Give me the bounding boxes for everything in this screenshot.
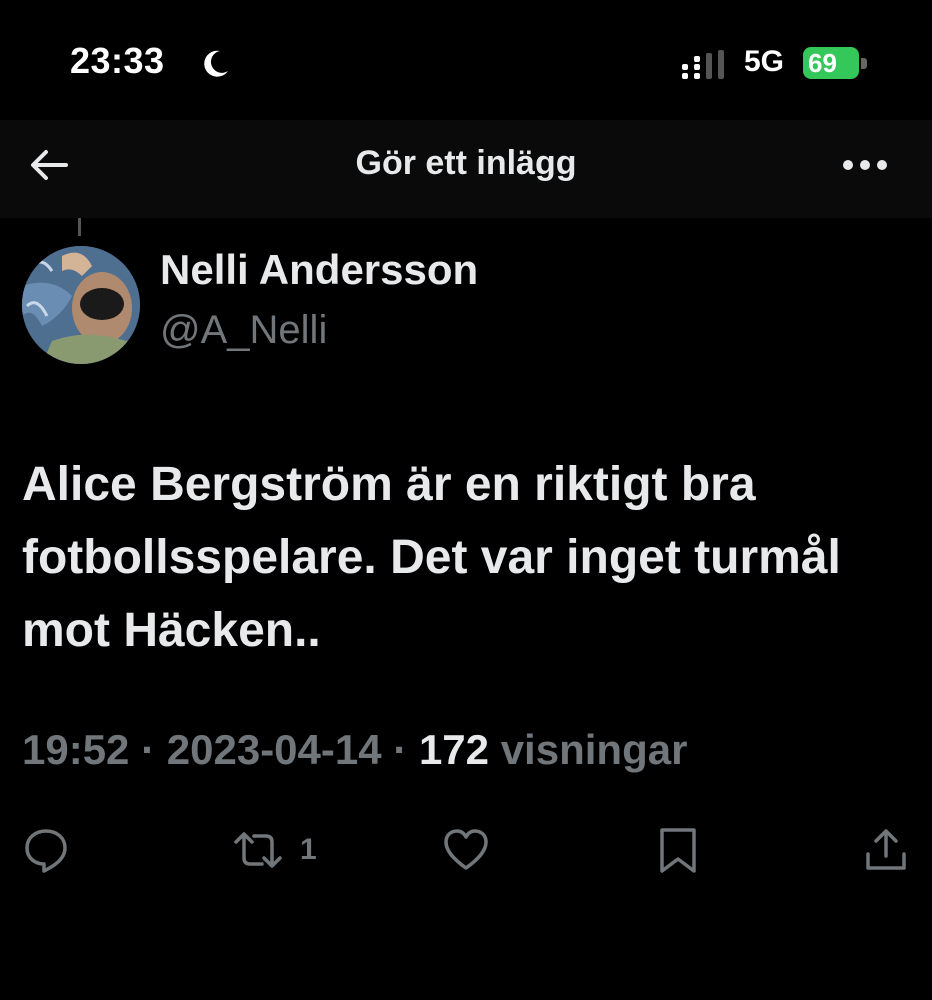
signal-icon (682, 50, 724, 79)
battery-icon: 69 (803, 47, 869, 79)
share-icon[interactable] (862, 826, 910, 874)
author-handle[interactable]: @A_Nelli (160, 308, 327, 353)
post-text: Alice Bergström är en riktigt bra fotbol… (22, 458, 841, 657)
battery-level: 69 (808, 48, 837, 78)
thread-connector (78, 218, 81, 236)
post-meta: 19:52 · 2023-04-14 · 172 visningar (22, 726, 687, 774)
bookmark-icon[interactable] (654, 826, 702, 874)
avatar[interactable] (22, 246, 140, 364)
meta-separator: · (141, 726, 156, 773)
network-type: 5G (744, 45, 785, 78)
reply-icon[interactable] (22, 826, 70, 874)
heart-icon[interactable] (442, 826, 490, 874)
moon-icon (204, 50, 228, 77)
post-time: 19:52 (22, 726, 130, 773)
views-label[interactable]: visningar (501, 726, 688, 773)
meta-separator: · (393, 726, 408, 773)
page-title: Gör ett inlägg (355, 144, 577, 182)
nav-bar: Gör ett inlägg (0, 120, 932, 218)
author-name[interactable]: Nelli Andersson (160, 246, 478, 294)
post-date: 2023-04-14 (166, 726, 382, 773)
status-time: 23:33 (70, 40, 165, 81)
retweet-count: 1 (300, 833, 317, 866)
more-horizontal-icon[interactable] (840, 150, 890, 180)
views-count[interactable]: 172 (419, 726, 489, 773)
status-bar: 23:33 5G 69 (0, 0, 932, 120)
avatar-image (22, 246, 140, 364)
retweet-icon[interactable] (232, 826, 284, 874)
